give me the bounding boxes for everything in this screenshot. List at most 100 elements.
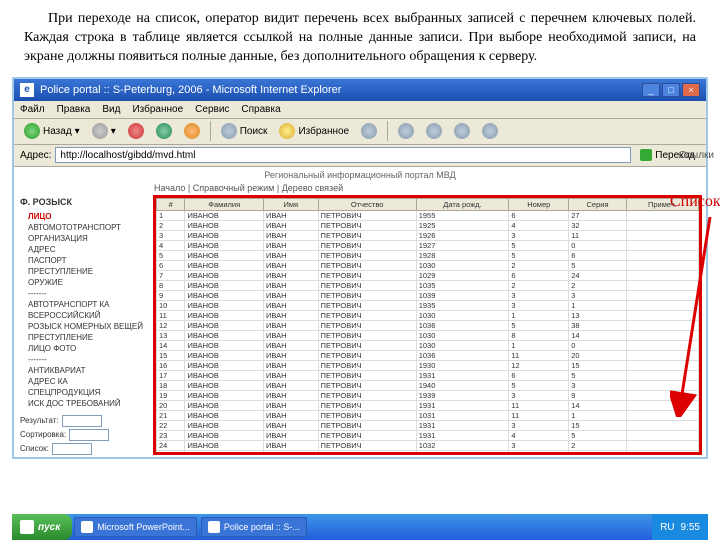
- back-button[interactable]: Назад▾: [20, 121, 84, 141]
- table-row[interactable]: 7ИВАНОВИВАНПЕТРОВИЧ1029624: [157, 270, 699, 280]
- sidebar-item[interactable]: ИСК ДОС ТРЕБОВАНИЙ: [20, 398, 143, 409]
- table-row[interactable]: 15ИВАНОВИВАНПЕТРОВИЧ10361120: [157, 350, 699, 360]
- table-cell: 1035: [416, 280, 509, 290]
- table-cell: ИВАН: [264, 410, 319, 420]
- table-row[interactable]: 10ИВАНОВИВАНПЕТРОВИЧ193531: [157, 300, 699, 310]
- sidebar-item[interactable]: ОРУЖИЕ: [20, 277, 143, 288]
- mail-button[interactable]: [394, 121, 418, 141]
- table-row[interactable]: 18ИВАНОВИВАНПЕТРОВИЧ194053: [157, 380, 699, 390]
- menu-favorites[interactable]: Избранное: [132, 104, 183, 115]
- task-item-powerpoint[interactable]: Microsoft PowerPoint...: [74, 517, 197, 537]
- sidebar-item[interactable]: ПАСПОРТ: [20, 255, 143, 266]
- table-header[interactable]: Фамилия: [185, 198, 264, 210]
- table-row[interactable]: 17ИВАНОВИВАНПЕТРОВИЧ193165: [157, 370, 699, 380]
- table-cell: ПЕТРОВИЧ: [318, 450, 416, 455]
- table-row[interactable]: 4ИВАНОВИВАНПЕТРОВИЧ192750: [157, 240, 699, 250]
- edit-icon: [454, 123, 470, 139]
- edit-button[interactable]: [450, 121, 474, 141]
- maximize-button[interactable]: □: [662, 83, 680, 97]
- table-row[interactable]: 13ИВАНОВИВАНПЕТРОВИЧ1030814: [157, 330, 699, 340]
- table-header[interactable]: #: [157, 198, 185, 210]
- list-input[interactable]: [52, 443, 92, 455]
- table-row[interactable]: 21ИВАНОВИВАНПЕТРОВИЧ1031111: [157, 410, 699, 420]
- discuss-button[interactable]: [478, 121, 502, 141]
- table-row[interactable]: 9ИВАНОВИВАНПЕТРОВИЧ103933: [157, 290, 699, 300]
- sidebar-item[interactable]: ПРЕСТУПЛЕНИЕ: [20, 332, 143, 343]
- sidebar-item[interactable]: -------: [20, 354, 143, 365]
- table-header[interactable]: Номер: [509, 198, 569, 210]
- table-row[interactable]: 24ИВАНОВИВАНПЕТРОВИЧ103232: [157, 440, 699, 450]
- close-button[interactable]: ×: [682, 83, 700, 97]
- table-cell: 1: [509, 340, 569, 350]
- sidebar-item[interactable]: ОРГАНИЗАЦИЯ: [20, 233, 143, 244]
- table-header[interactable]: Серия: [569, 198, 627, 210]
- table-cell: 11: [157, 310, 185, 320]
- table-cell: ПЕТРОВИЧ: [318, 320, 416, 330]
- table-cell: 7: [157, 270, 185, 280]
- table-cell: 3: [509, 230, 569, 240]
- history-button[interactable]: [357, 121, 381, 141]
- system-tray[interactable]: RU 9:55: [652, 514, 708, 540]
- sidebar-item[interactable]: -------: [20, 288, 143, 299]
- table-cell: 5: [569, 370, 627, 380]
- table-row[interactable]: 25ИВАНОВИВАНПЕТРОВИЧ1033119: [157, 450, 699, 455]
- address-input[interactable]: [55, 147, 631, 163]
- star-icon: [279, 123, 295, 139]
- table-row[interactable]: 8ИВАНОВИВАНПЕТРОВИЧ103522: [157, 280, 699, 290]
- search-button[interactable]: Поиск: [217, 121, 272, 141]
- table-cell: 11: [509, 450, 569, 455]
- stop-button[interactable]: [124, 121, 148, 141]
- table-row[interactable]: 6ИВАНОВИВАНПЕТРОВИЧ103025: [157, 260, 699, 270]
- sidebar-item[interactable]: ВСЕРОССИЙСКИЙ: [20, 310, 143, 321]
- table-row[interactable]: 5ИВАНОВИВАНПЕТРОВИЧ192856: [157, 250, 699, 260]
- menu-view[interactable]: Вид: [102, 104, 120, 115]
- results-input[interactable]: [62, 415, 102, 427]
- sidebar-item[interactable]: АНТИКВАРИАТ: [20, 365, 143, 376]
- sidebar-item[interactable]: АДРЕС КА: [20, 376, 143, 387]
- table-row[interactable]: 22ИВАНОВИВАНПЕТРОВИЧ1931315: [157, 420, 699, 430]
- menu-tools[interactable]: Сервис: [195, 104, 229, 115]
- menu-file[interactable]: Файл: [20, 104, 45, 115]
- sidebar-item[interactable]: АВТОТРАНСПОРТ КА: [20, 299, 143, 310]
- sidebar-item[interactable]: ЛИЦО ФОТО: [20, 343, 143, 354]
- sort-input[interactable]: [69, 429, 109, 441]
- forward-button[interactable]: ▾: [88, 121, 120, 141]
- table-row[interactable]: 20ИВАНОВИВАНПЕТРОВИЧ19311114: [157, 400, 699, 410]
- tray-time: 9:55: [681, 522, 700, 533]
- start-button[interactable]: пуск: [12, 514, 72, 540]
- address-label: Адрес:: [20, 150, 51, 161]
- favorites-button[interactable]: Избранное: [275, 121, 353, 141]
- home-button[interactable]: [180, 121, 204, 141]
- table-cell: ИВАНОВ: [185, 450, 264, 455]
- table-header[interactable]: Дата рожд.: [416, 198, 509, 210]
- table-row[interactable]: 16ИВАНОВИВАНПЕТРОВИЧ19301215: [157, 360, 699, 370]
- links-label[interactable]: Ссылки: [679, 150, 714, 161]
- print-button[interactable]: [422, 121, 446, 141]
- sidebar-item[interactable]: АВТОМОТОТРАНСПОРТ: [20, 222, 143, 233]
- table-row[interactable]: 14ИВАНОВИВАНПЕТРОВИЧ103010: [157, 340, 699, 350]
- minimize-button[interactable]: _: [642, 83, 660, 97]
- tray-lang[interactable]: RU: [660, 522, 674, 533]
- table-row[interactable]: 23ИВАНОВИВАНПЕТРОВИЧ193145: [157, 430, 699, 440]
- table-cell: ПЕТРОВИЧ: [318, 330, 416, 340]
- table-cell: ИВАН: [264, 340, 319, 350]
- sidebar-item[interactable]: РОЗЫСК НОМЕРНЫХ ВЕЩЕЙ: [20, 321, 143, 332]
- table-row[interactable]: 3ИВАНОВИВАНПЕТРОВИЧ1926311: [157, 230, 699, 240]
- table-row[interactable]: 19ИВАНОВИВАНПЕТРОВИЧ193939: [157, 390, 699, 400]
- table-row[interactable]: 1ИВАНОВИВАНПЕТРОВИЧ1955627: [157, 210, 699, 220]
- sidebar-item[interactable]: АДРЕС: [20, 244, 143, 255]
- table-header[interactable]: Отчество: [318, 198, 416, 210]
- table-row[interactable]: 11ИВАНОВИВАНПЕТРОВИЧ1030113: [157, 310, 699, 320]
- menu-help[interactable]: Справка: [241, 104, 280, 115]
- table-row[interactable]: 2ИВАНОВИВАНПЕТРОВИЧ1925432: [157, 220, 699, 230]
- sidebar-item[interactable]: ЛИЦО: [20, 211, 143, 222]
- menu-edit[interactable]: Правка: [57, 104, 91, 115]
- table-header[interactable]: Имя: [264, 198, 319, 210]
- sidebar-item[interactable]: ПРЕСТУПЛЕНИЕ: [20, 266, 143, 277]
- sidebar-item[interactable]: СПЕЦПРОДУКЦИЯ: [20, 387, 143, 398]
- task-item-ie[interactable]: Police portal :: S-...: [201, 517, 307, 537]
- table-cell: ИВАН: [264, 380, 319, 390]
- refresh-button[interactable]: [152, 121, 176, 141]
- table-row[interactable]: 12ИВАНОВИВАНПЕТРОВИЧ1036538: [157, 320, 699, 330]
- table-cell: ИВАН: [264, 270, 319, 280]
